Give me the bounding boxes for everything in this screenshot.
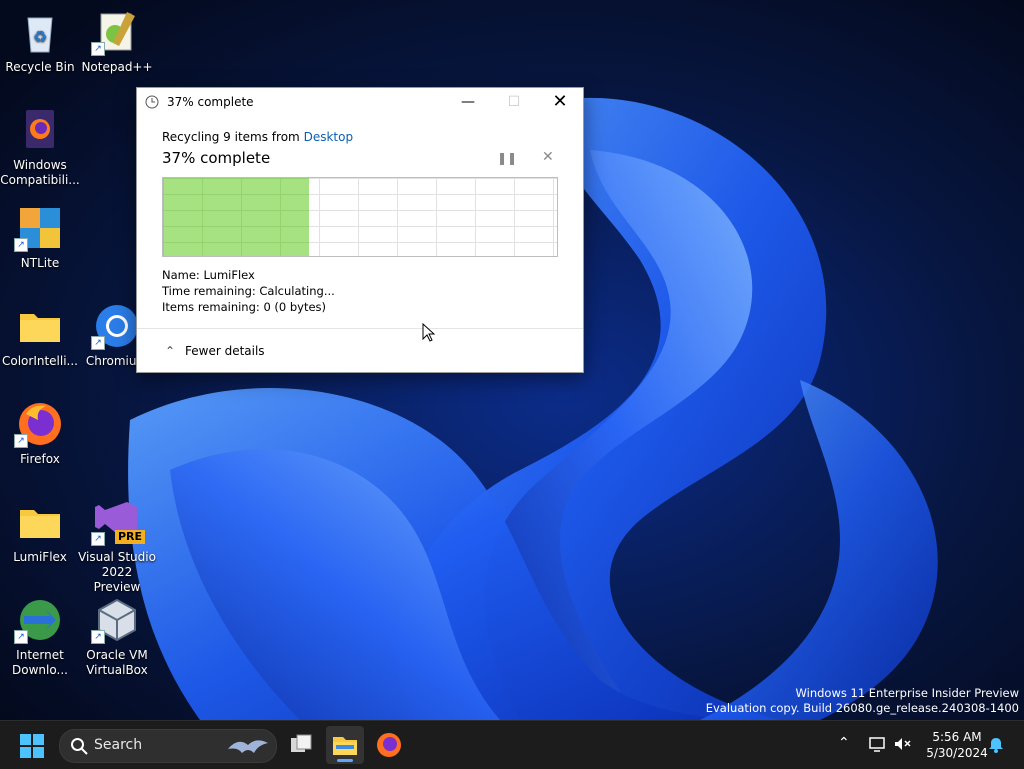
dialog-titlebar[interactable]: 37% complete — ☐ ✕ [137, 88, 583, 116]
chevron-up-icon: ⌃ [165, 344, 176, 358]
desktop-icon-internet-download[interactable]: ↗ Internet Downlo... [0, 596, 80, 678]
search-placeholder: Search [94, 737, 143, 753]
ntlite-icon: ↗ [14, 204, 64, 252]
desktop-icon-label: Oracle VM VirtualBox [86, 648, 148, 677]
shortcut-arrow-icon: ↗ [91, 630, 105, 644]
operation-summary-text: Recycling 9 items from [162, 130, 300, 144]
folder-icon [16, 498, 64, 546]
taskbar-file-explorer-button[interactable] [326, 726, 364, 764]
recycle-bin-icon: ♻ [16, 8, 64, 56]
desktop-icon-label: Firefox [20, 452, 60, 466]
shortcut-arrow-icon: ↗ [91, 532, 105, 546]
detail-items-label: Items remaining: [162, 300, 260, 314]
progress-graph-fill [163, 178, 309, 256]
notification-bell-icon[interactable] [988, 736, 1004, 754]
windows-start-icon[interactable] [20, 734, 44, 758]
desktop-icon-firefox[interactable]: ↗ Firefox [0, 400, 80, 467]
taskbar-search-box[interactable]: Search [59, 729, 277, 763]
close-button[interactable]: ✕ [537, 88, 583, 116]
clock-icon [145, 95, 159, 109]
desktop-icon-ntlite[interactable]: ↗ NTLite [0, 204, 80, 271]
pause-button[interactable]: ❚❚ [497, 151, 517, 165]
desktop-icon-visual-studio[interactable]: PRE ↗ Visual Studio 2022 Preview [77, 498, 157, 595]
detail-time-value: Calculating... [259, 284, 335, 298]
active-app-indicator [337, 759, 353, 762]
shortcut-arrow-icon: ↗ [91, 336, 105, 350]
shortcut-arrow-icon: ↗ [91, 42, 105, 56]
watermark-edition: Windows 11 Enterprise Insider Preview [795, 686, 1019, 700]
recycle-progress-dialog: 37% complete — ☐ ✕ Recycling 9 items fro… [136, 87, 584, 373]
task-view-icon [291, 734, 312, 752]
detail-name-row: Name: LumiFlex [162, 267, 335, 283]
desktop-icon-virtualbox[interactable]: ↗ Oracle VM VirtualBox [77, 596, 157, 678]
shortcut-arrow-icon: ↗ [14, 238, 28, 252]
taskbar-firefox-button[interactable] [370, 726, 408, 764]
desktop-icon-colorintelli[interactable]: ColorIntelli... [0, 302, 80, 369]
taskbar-clock[interactable]: 5:56 AM 5/30/2024 [920, 729, 994, 761]
chromium-icon: ↗ [91, 302, 141, 350]
detail-name-value: LumiFlex [203, 268, 255, 282]
mouse-cursor-icon [422, 323, 436, 342]
desktop-icon-label: Windows Compatibili... [0, 158, 80, 187]
firefox-document-icon [16, 106, 64, 154]
virtualbox-icon: ↗ [91, 596, 141, 644]
progress-graph [162, 177, 558, 257]
cancel-operation-button[interactable]: ✕ [542, 149, 554, 165]
evaluation-watermark: Windows 11 Enterprise Insider Preview Ev… [706, 686, 1019, 716]
internet-download-manager-icon: ↗ [14, 596, 64, 644]
detail-name-label: Name: [162, 268, 200, 282]
search-icon [71, 738, 88, 755]
taskbar-task-view-button[interactable] [282, 726, 320, 764]
desktop-icon-label: NTLite [20, 256, 60, 270]
desktop-icon-recycle-bin[interactable]: ♻ Recycle Bin [0, 8, 80, 75]
operation-details: Name: LumiFlex Time remaining: Calculati… [162, 267, 335, 315]
dialog-title: 37% complete [167, 95, 254, 109]
detail-items-row: Items remaining: 0 (0 bytes) [162, 299, 335, 315]
detail-time-label: Time remaining: [162, 284, 256, 298]
show-hidden-icons-chevron-up-icon[interactable]: ⌃ [838, 735, 850, 751]
clock-time: 5:56 AM [932, 730, 982, 744]
taskbar: Search ⌃ 5:56 AM 5/30/2024 [0, 720, 1024, 769]
shortcut-arrow-icon: ↗ [14, 434, 28, 448]
dialog-divider [137, 328, 583, 329]
detail-time-row: Time remaining: Calculating... [162, 283, 335, 299]
firefox-icon: ↗ [14, 400, 64, 448]
desktop-icon-label: LumiFlex [13, 550, 67, 564]
fewer-details-label: Fewer details [185, 344, 265, 358]
clock-date: 5/30/2024 [926, 746, 988, 760]
svg-text:♻: ♻ [33, 27, 47, 46]
desktop-icon-label: Visual Studio 2022 Preview [78, 550, 156, 594]
desktop-icon-lumiflex[interactable]: LumiFlex [0, 498, 80, 565]
folder-icon [16, 302, 64, 350]
desktop-icon-label: Notepad++ [81, 60, 153, 74]
desktop-icon-label: ColorIntelli... [1, 354, 78, 368]
operation-summary: Recycling 9 items from Desktop [162, 130, 353, 144]
shortcut-arrow-icon: ↗ [14, 630, 28, 644]
firefox-icon [377, 733, 401, 757]
desktop-icon-windows-compatibility[interactable]: Windows Compatibili... [0, 106, 80, 188]
detail-items-value: 0 (0 bytes) [263, 300, 327, 314]
search-highlight-bird-icon [228, 740, 268, 753]
visual-studio-icon: PRE ↗ [91, 498, 145, 546]
source-folder-link[interactable]: Desktop [304, 130, 354, 144]
minimize-button[interactable]: — [445, 88, 491, 116]
preview-badge: PRE [114, 530, 145, 544]
watermark-build: Evaluation copy. Build 26080.ge_release.… [705, 701, 1019, 715]
maximize-button[interactable]: ☐ [491, 88, 537, 116]
percent-complete-heading: 37% complete [162, 149, 271, 167]
desktop-icon-label: Recycle Bin [5, 60, 75, 74]
desktop-icon-notepad-plus-plus[interactable]: ↗ Notepad++ [77, 8, 157, 75]
fewer-details-button[interactable]: ⌃ Fewer details [165, 344, 265, 358]
network-icon[interactable] [868, 735, 886, 753]
volume-muted-icon[interactable] [893, 735, 911, 753]
desktop-icon-label: Internet Downlo... [12, 648, 68, 677]
notepad-plus-plus-icon: ↗ [91, 8, 141, 56]
